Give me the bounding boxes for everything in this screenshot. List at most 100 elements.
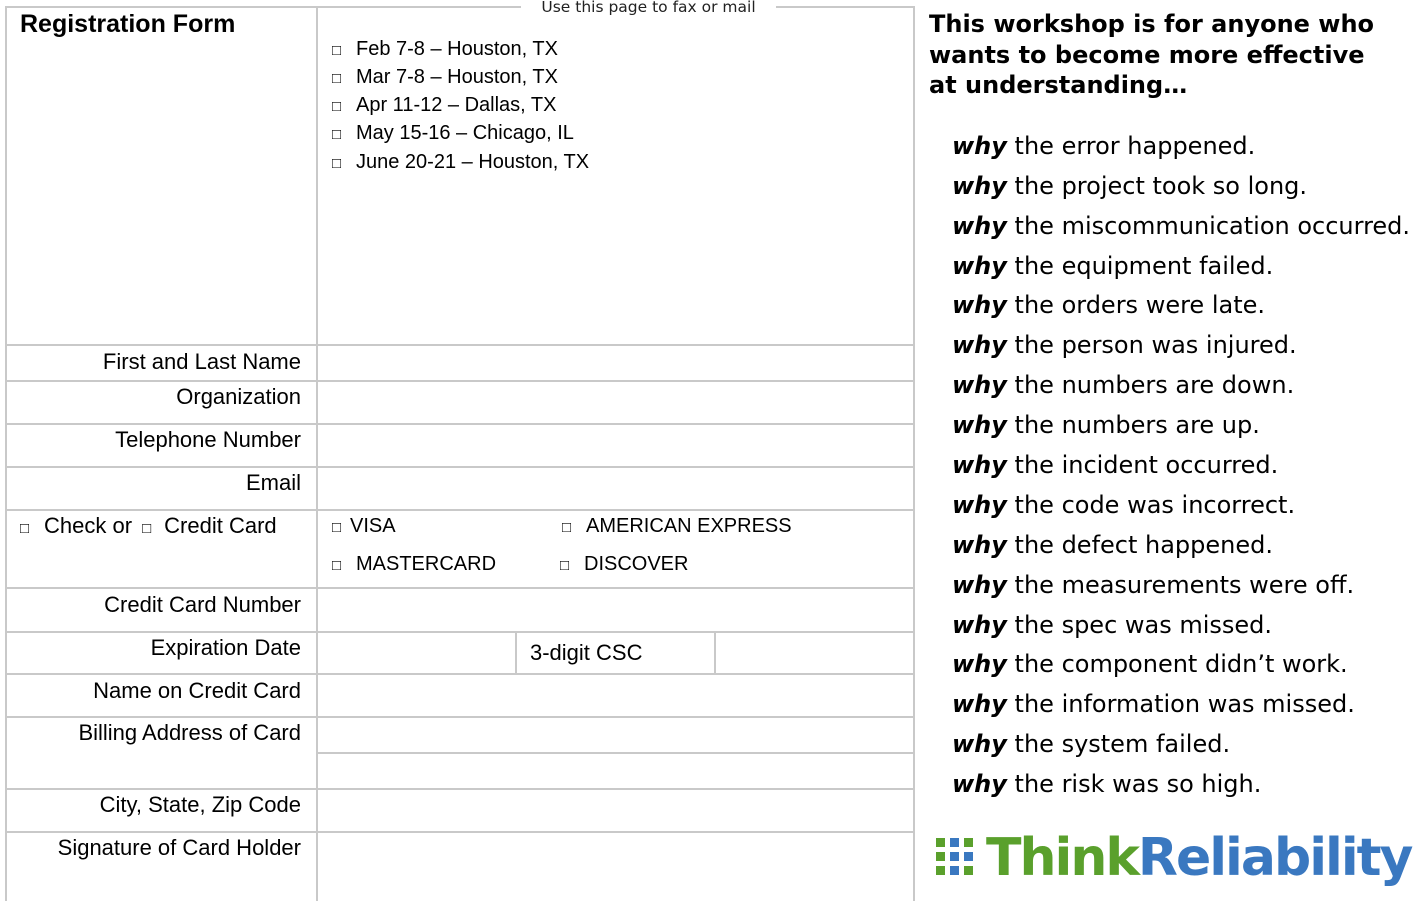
card-type-discover[interactable]: □ DISCOVER bbox=[560, 552, 688, 578]
session-option[interactable]: □ June 20-21 – Houston, TX bbox=[332, 150, 589, 176]
checkbox-icon[interactable]: □ bbox=[332, 39, 350, 63]
session-option[interactable]: □ Apr 11-12 – Dallas, TX bbox=[332, 93, 556, 119]
csc-label: 3-digit CSC bbox=[530, 640, 643, 665]
card-type-mastercard[interactable]: □ MASTERCARD bbox=[332, 552, 496, 578]
why-keyword: why bbox=[952, 411, 1007, 439]
payment-method: □ Check or □ Credit Card bbox=[20, 513, 277, 542]
name-label: First and Last Name bbox=[102, 349, 301, 374]
why-keyword: why bbox=[952, 770, 1007, 798]
checkbox-icon[interactable]: □ bbox=[142, 516, 160, 542]
expiration-label: Expiration Date bbox=[150, 635, 301, 660]
card-type-label: MASTERCARD bbox=[356, 553, 497, 575]
name-field[interactable] bbox=[318, 346, 913, 380]
why-keyword: why bbox=[952, 172, 1007, 200]
organization-label: Organization bbox=[176, 384, 301, 409]
why-keyword: why bbox=[952, 571, 1007, 599]
grid-line bbox=[5, 6, 7, 901]
session-label: June 20-21 – Houston, TX bbox=[356, 151, 590, 173]
grid-line bbox=[776, 6, 915, 8]
card-type-label: VISA bbox=[350, 515, 396, 537]
card-type-visa[interactable]: □ VISA bbox=[332, 514, 396, 540]
reason-item: why the spec was missed. bbox=[952, 611, 1273, 639]
session-label: May 15-16 – Chicago, IL bbox=[356, 122, 574, 144]
reason-item: why the component didn’t work. bbox=[952, 650, 1348, 678]
expiration-field[interactable] bbox=[318, 633, 515, 673]
why-keyword: why bbox=[952, 252, 1007, 280]
reason-item: why the orders were late. bbox=[952, 291, 1265, 319]
reason-item: why the numbers are down. bbox=[952, 371, 1295, 399]
reason-item: why the equipment failed. bbox=[952, 252, 1274, 280]
name-on-card-label: Name on Credit Card bbox=[93, 678, 301, 703]
checkbox-icon[interactable]: □ bbox=[332, 516, 350, 540]
grid-line bbox=[5, 6, 316, 8]
why-keyword: why bbox=[952, 491, 1007, 519]
thinkreliability-logo: ThinkReliability bbox=[934, 826, 1418, 890]
why-keyword: why bbox=[952, 132, 1007, 160]
reason-item: why the risk was so high. bbox=[952, 770, 1262, 798]
reason-item: why the system failed. bbox=[952, 730, 1231, 758]
telephone-field[interactable] bbox=[318, 425, 913, 466]
session-label: Apr 11-12 – Dallas, TX bbox=[356, 94, 557, 116]
session-label: Feb 7-8 – Houston, TX bbox=[356, 38, 558, 60]
reason-item: why the project took so long. bbox=[952, 172, 1308, 200]
card-number-field[interactable] bbox=[318, 589, 913, 631]
card-number-label: Credit Card Number bbox=[104, 592, 301, 617]
card-type-amex[interactable]: □ AMERICAN EXPRESS bbox=[562, 514, 792, 540]
reason-item: why the numbers are up. bbox=[952, 411, 1260, 439]
why-keyword: why bbox=[952, 371, 1007, 399]
check-label: Check or bbox=[44, 513, 133, 538]
checkbox-icon[interactable]: □ bbox=[20, 516, 38, 542]
checkbox-icon[interactable]: □ bbox=[562, 516, 580, 540]
csc-field[interactable] bbox=[716, 633, 913, 673]
checkbox-icon[interactable]: □ bbox=[332, 67, 350, 91]
why-keyword: why bbox=[952, 531, 1007, 559]
grid-line bbox=[515, 632, 517, 674]
billing-address-field[interactable] bbox=[318, 718, 913, 788]
card-type-label: AMERICAN EXPRESS bbox=[586, 515, 792, 537]
session-option[interactable]: □ Feb 7-8 – Houston, TX bbox=[332, 37, 558, 63]
session-option[interactable]: □ Mar 7-8 – Houston, TX bbox=[332, 65, 558, 91]
why-keyword: why bbox=[952, 650, 1007, 678]
checkbox-icon[interactable]: □ bbox=[332, 152, 350, 176]
why-keyword: why bbox=[952, 730, 1007, 758]
checkbox-icon[interactable]: □ bbox=[332, 123, 350, 147]
reason-item: why the miscommunication occurred. bbox=[952, 212, 1411, 240]
why-keyword: why bbox=[952, 331, 1007, 359]
checkbox-icon[interactable]: □ bbox=[332, 95, 350, 119]
grid-line bbox=[913, 6, 915, 901]
checkbox-icon[interactable]: □ bbox=[560, 554, 578, 578]
why-keyword: why bbox=[952, 451, 1007, 479]
credit-card-label: Credit Card bbox=[164, 513, 277, 538]
reason-item: why the measurements were off. bbox=[952, 571, 1355, 599]
reason-item: why the incident occurred. bbox=[952, 451, 1279, 479]
logo-mark-icon bbox=[936, 836, 980, 880]
form-title: Registration Form bbox=[20, 10, 236, 38]
city-state-zip-field[interactable] bbox=[318, 790, 913, 831]
session-label: Mar 7-8 – Houston, TX bbox=[356, 66, 558, 88]
checkbox-icon[interactable]: □ bbox=[332, 554, 350, 578]
why-keyword: why bbox=[952, 611, 1007, 639]
session-option[interactable]: □ May 15-16 – Chicago, IL bbox=[332, 121, 574, 147]
email-label: Email bbox=[245, 470, 301, 495]
logo-reliability: Reliability bbox=[1137, 828, 1413, 888]
reason-item: why the information was missed. bbox=[952, 690, 1355, 718]
why-keyword: why bbox=[952, 212, 1007, 240]
signature-label: Signature of Card Holder bbox=[57, 835, 301, 860]
billing-address-label: Billing Address of Card bbox=[78, 720, 301, 745]
signature-field[interactable] bbox=[318, 833, 913, 901]
grid-line bbox=[5, 509, 915, 511]
logo-think: Think bbox=[986, 828, 1140, 888]
city-state-zip-label: City, State, Zip Code bbox=[99, 792, 301, 817]
reason-item: why the code was incorrect. bbox=[952, 491, 1296, 519]
fax-note: Use this page to fax or mail bbox=[541, 0, 756, 16]
organization-field[interactable] bbox=[318, 382, 913, 423]
why-keyword: why bbox=[952, 291, 1007, 319]
logo-wordmark: ThinkReliability bbox=[986, 826, 1413, 890]
reason-item: why the person was injured. bbox=[952, 331, 1297, 359]
workshop-heading: This workshop is for anyone who wants to… bbox=[929, 10, 1375, 99]
email-field[interactable] bbox=[318, 468, 913, 509]
grid-line bbox=[316, 6, 521, 8]
card-type-label: DISCOVER bbox=[584, 553, 689, 575]
name-on-card-field[interactable] bbox=[318, 675, 913, 716]
reason-item: why the defect happened. bbox=[952, 531, 1274, 559]
